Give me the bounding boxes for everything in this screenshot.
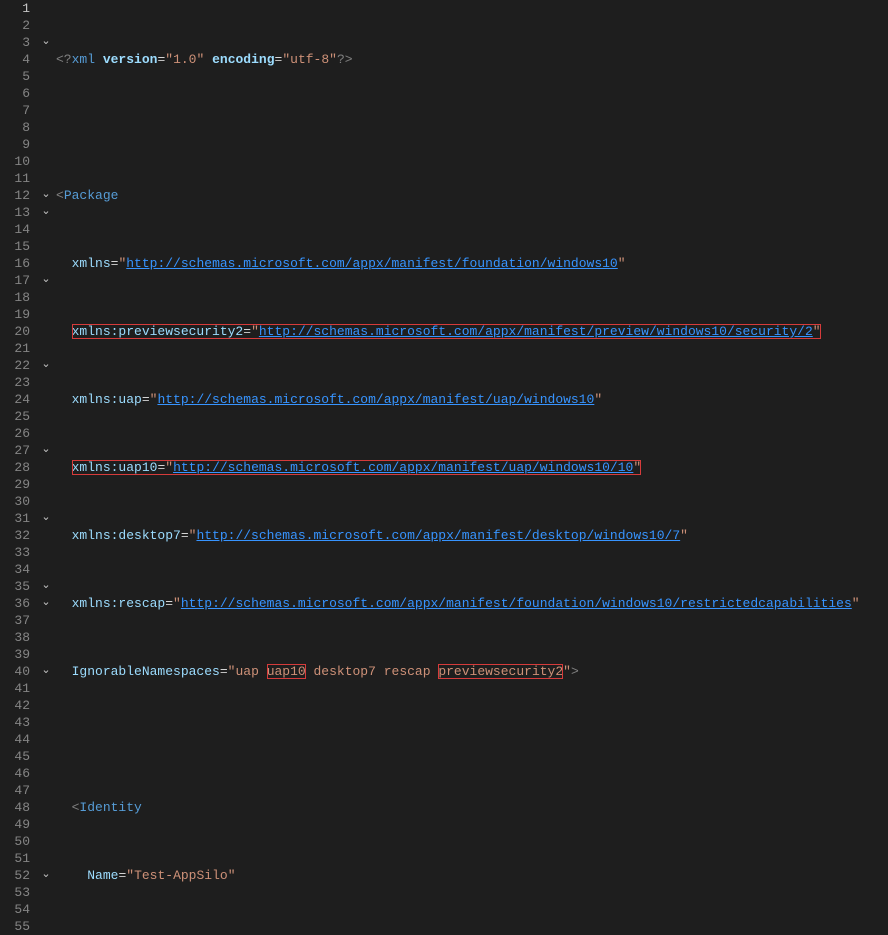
line-number: 41: [0, 680, 30, 697]
line-number: 29: [0, 476, 30, 493]
line-number: 51: [0, 850, 30, 867]
highlight-xmlns-uap10: xmlns:uap10="http://schemas.microsoft.co…: [72, 460, 642, 475]
code-area[interactable]: <?xml version="1.0" encoding="utf-8"?> <…: [56, 0, 888, 934]
fold-toggle[interactable]: ⌄: [36, 34, 56, 51]
line-number: 42: [0, 697, 30, 714]
line-number: 26: [0, 425, 30, 442]
chevron-down-icon: ⌄: [41, 34, 50, 51]
fold-gutter: ⌄⌄⌄⌄⌄⌄⌄⌄⌄⌄⌄: [36, 0, 56, 934]
line-number: 22: [0, 357, 30, 374]
line-number: 9: [0, 136, 30, 153]
line-number: 45: [0, 748, 30, 765]
fold-toggle[interactable]: ⌄: [36, 357, 56, 374]
line-number: 40: [0, 663, 30, 680]
chevron-down-icon: ⌄: [41, 510, 50, 527]
line-number: 53: [0, 884, 30, 901]
highlight-ign-ps2: previewsecurity2: [438, 664, 563, 679]
line-number: 5: [0, 68, 30, 85]
highlight-xmlns-previewsecurity2: xmlns:previewsecurity2="http://schemas.m…: [72, 324, 821, 339]
fold-toggle[interactable]: ⌄: [36, 187, 56, 204]
line-number: 10: [0, 153, 30, 170]
fold-toggle[interactable]: ⌄: [36, 442, 56, 459]
line-number: 50: [0, 833, 30, 850]
chevron-down-icon: ⌄: [41, 867, 50, 884]
line-number: 8: [0, 119, 30, 136]
line-number: 49: [0, 816, 30, 833]
line-number: 33: [0, 544, 30, 561]
line-number: 4: [0, 51, 30, 68]
fold-toggle[interactable]: ⌄: [36, 272, 56, 289]
chevron-down-icon: ⌄: [41, 272, 50, 289]
line-number: 6: [0, 85, 30, 102]
fold-toggle[interactable]: ⌄: [36, 663, 56, 680]
line-number: 55: [0, 918, 30, 935]
line-number: 20: [0, 323, 30, 340]
line-number: 36: [0, 595, 30, 612]
line-number: 31: [0, 510, 30, 527]
highlight-ign-uap10: uap10: [267, 664, 306, 679]
line-number: 28: [0, 459, 30, 476]
line-number: 13: [0, 204, 30, 221]
line-number: 43: [0, 714, 30, 731]
chevron-down-icon: ⌄: [41, 663, 50, 680]
line-number: 46: [0, 765, 30, 782]
chevron-down-icon: ⌄: [41, 204, 50, 221]
line-number: 12: [0, 187, 30, 204]
line-number: 48: [0, 799, 30, 816]
line-number: 32: [0, 527, 30, 544]
line-number: 15: [0, 238, 30, 255]
line-number: 16: [0, 255, 30, 272]
fold-toggle[interactable]: ⌄: [36, 578, 56, 595]
line-number: 35: [0, 578, 30, 595]
line-number: 23: [0, 374, 30, 391]
line-number: 2: [0, 17, 30, 34]
line-number: 30: [0, 493, 30, 510]
line-number: 39: [0, 646, 30, 663]
line-number: 34: [0, 561, 30, 578]
line-number: 1: [0, 0, 30, 17]
line-number: 44: [0, 731, 30, 748]
fold-toggle[interactable]: ⌄: [36, 595, 56, 612]
line-number: 3: [0, 34, 30, 51]
line-number-gutter: 1234567891011121314151617181920212223242…: [0, 0, 36, 934]
fold-toggle[interactable]: ⌄: [36, 867, 56, 884]
fold-toggle[interactable]: ⌄: [36, 204, 56, 221]
line-number: 25: [0, 408, 30, 425]
line-number: 14: [0, 221, 30, 238]
line-number: 38: [0, 629, 30, 646]
line-number: 17: [0, 272, 30, 289]
line-number: 52: [0, 867, 30, 884]
line-number: 47: [0, 782, 30, 799]
chevron-down-icon: ⌄: [41, 187, 50, 204]
chevron-down-icon: ⌄: [41, 595, 50, 612]
fold-toggle[interactable]: ⌄: [36, 510, 56, 527]
line-number: 19: [0, 306, 30, 323]
chevron-down-icon: ⌄: [41, 442, 50, 459]
line-number: 11: [0, 170, 30, 187]
line-number: 21: [0, 340, 30, 357]
line-number: 7: [0, 102, 30, 119]
line-number: 18: [0, 289, 30, 306]
code-editor: 1234567891011121314151617181920212223242…: [0, 0, 888, 934]
line-number: 37: [0, 612, 30, 629]
line-number: 24: [0, 391, 30, 408]
chevron-down-icon: ⌄: [41, 357, 50, 374]
line-number: 54: [0, 901, 30, 918]
line-number: 27: [0, 442, 30, 459]
chevron-down-icon: ⌄: [41, 578, 50, 595]
